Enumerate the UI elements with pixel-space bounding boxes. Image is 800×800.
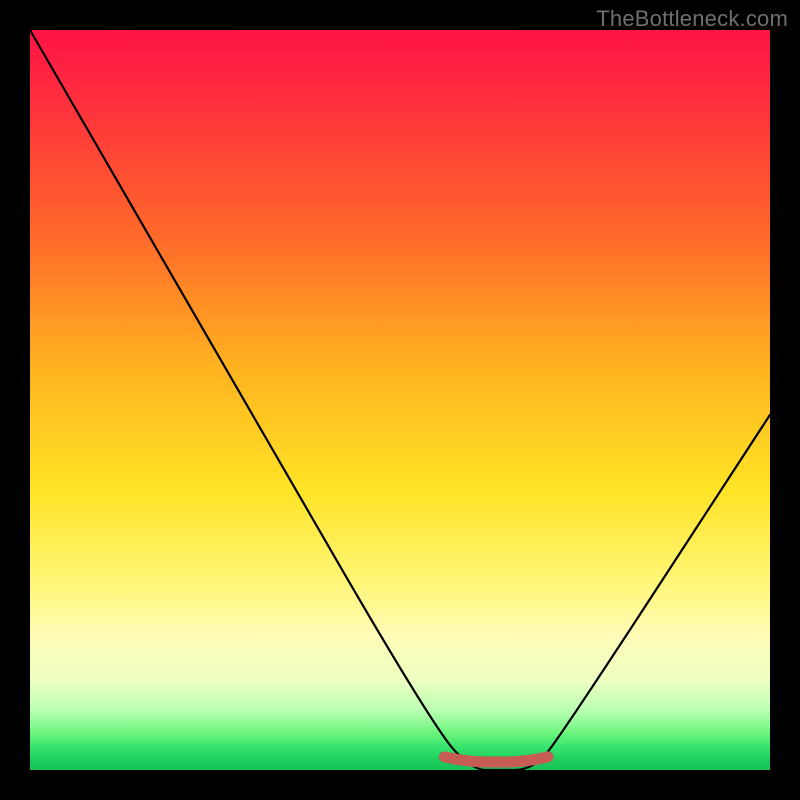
optimal-band-marker	[444, 757, 548, 762]
plot-area	[30, 30, 770, 770]
curve-layer	[30, 30, 770, 770]
chart-frame: TheBottleneck.com	[0, 0, 800, 800]
bottleneck-curve	[30, 30, 770, 770]
watermark-text: TheBottleneck.com	[596, 6, 788, 32]
